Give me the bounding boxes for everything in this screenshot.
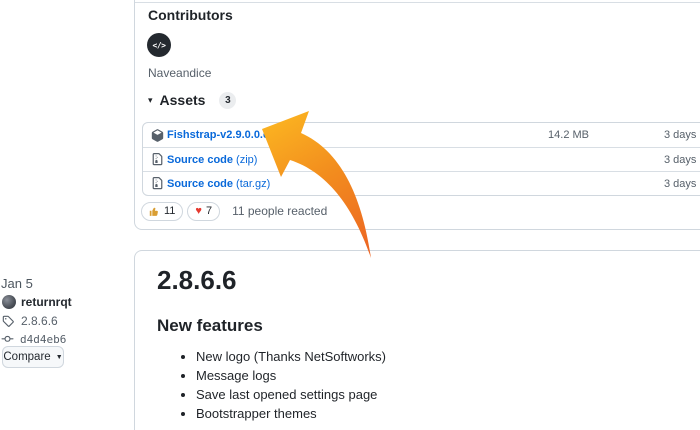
tag-name: 2.8.6.6: [21, 314, 58, 328]
package-icon: [151, 129, 164, 142]
assets-list: Fishstrap-v2.9.0.0.exe 14.2 MB 3 days ag…: [142, 122, 700, 196]
file-zip-icon: [151, 177, 164, 190]
asset-download-link[interactable]: Fishstrap-v2.9.0.0.exe: [167, 129, 284, 141]
contributor-avatar[interactable]: </>: [147, 33, 171, 57]
new-features-heading: New features: [157, 316, 263, 336]
asset-size: 14.2 MB: [483, 129, 589, 141]
caret-down-icon: ▾: [148, 95, 153, 106]
asset-row: Fishstrap-v2.9.0.0.exe 14.2 MB 3 days ag…: [143, 123, 700, 147]
commit-sha: d4d4eb6: [20, 333, 66, 346]
author-name: returnrqt: [21, 295, 72, 309]
feature-item: New logo (Thanks NetSoftworks): [196, 347, 700, 366]
section-divider: [135, 2, 700, 3]
release-card-previous: 2.8.6.6 New features New logo (Thanks Ne…: [134, 250, 700, 430]
contributor-name: Naveandice: [148, 66, 211, 80]
asset-name-suffix: (tar.gz): [236, 178, 270, 190]
git-commit-icon: [0, 333, 15, 345]
asset-name: Source code: [167, 154, 233, 166]
contributors-heading: Contributors: [148, 7, 233, 23]
reaction-summary: 11 people reacted: [232, 204, 327, 218]
file-zip-icon: [151, 153, 164, 166]
release-card-current: Contributors </> Naveandice ▾ Assets 3 F…: [134, 0, 700, 230]
thumbs-up-icon: [149, 206, 160, 217]
release-title: 2.8.6.6: [157, 265, 237, 296]
code-icon: </>: [153, 41, 166, 50]
release-date: Jan 5: [1, 276, 33, 291]
asset-date: 3 days ago: [664, 129, 700, 141]
heart-icon: ♥: [195, 206, 202, 217]
feature-item: Message logs: [196, 366, 700, 385]
compare-label: Compare: [3, 351, 50, 363]
asset-date: 3 days ago: [664, 178, 700, 190]
heart-count: 7: [206, 205, 212, 217]
feature-item: Bootstrapper themes: [196, 404, 700, 423]
release-author-link[interactable]: returnrqt: [2, 294, 72, 309]
asset-download-link[interactable]: Source code(zip): [167, 154, 257, 166]
compare-button[interactable]: Compare ▼: [2, 346, 64, 368]
author-avatar: [2, 295, 16, 309]
chevron-down-icon: ▼: [56, 353, 63, 361]
github-release-page: Jan 5 returnrqt 2.8.6.6 d4d4eb6 Compare …: [0, 0, 700, 430]
reactions-bar: 11 ♥ 7 11 people reacted: [141, 201, 327, 221]
asset-row: Source code(zip) 3 days ago: [143, 147, 700, 171]
release-sidebar: Jan 5 returnrqt 2.8.6.6 d4d4eb6 Compare …: [0, 0, 130, 430]
asset-name: Fishstrap-v2.9.0.0.exe: [167, 129, 281, 141]
assets-count-badge: 3: [219, 92, 236, 109]
assets-toggle[interactable]: ▾ Assets 3: [148, 91, 236, 109]
tag-icon: [2, 315, 14, 327]
assets-title: Assets: [160, 92, 206, 108]
release-tag: 2.8.6.6: [2, 314, 58, 328]
asset-date: 3 days ago: [664, 154, 700, 166]
heart-reaction[interactable]: ♥ 7: [187, 202, 220, 221]
asset-download-link[interactable]: Source code(tar.gz): [167, 178, 270, 190]
feature-list: New logo (Thanks NetSoftworks) Message l…: [135, 347, 700, 423]
asset-name: Source code: [167, 178, 233, 190]
feature-item: Save last opened settings page: [196, 385, 700, 404]
thumbs-up-count: 11: [164, 205, 175, 217]
release-commit-link[interactable]: d4d4eb6: [0, 332, 66, 346]
asset-name-suffix: (zip): [236, 154, 257, 166]
asset-row: Source code(tar.gz) 3 days ago: [143, 171, 700, 195]
thumbs-up-reaction[interactable]: 11: [141, 202, 183, 221]
